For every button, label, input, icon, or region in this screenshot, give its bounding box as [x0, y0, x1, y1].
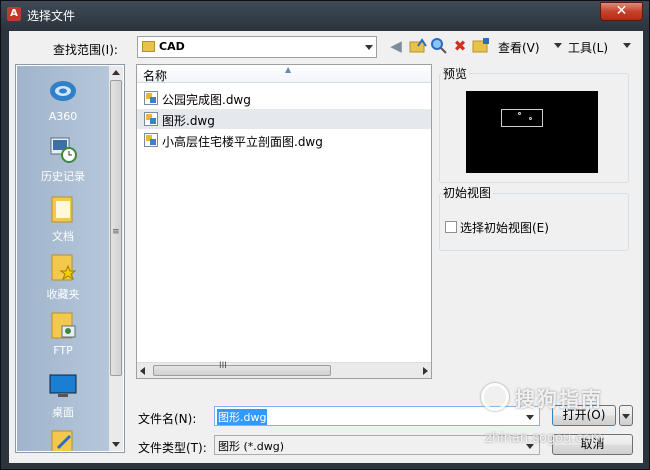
scroll-up-arrow-icon[interactable] — [112, 70, 120, 75]
place-label: A360 — [48, 110, 78, 123]
views-menu[interactable]: 查看(V) — [498, 39, 540, 56]
file-row-selected[interactable]: 图形.dwg — [137, 109, 431, 129]
autocad-app-icon: A — [7, 7, 21, 21]
place-favorites[interactable]: 收藏夹 — [17, 252, 109, 302]
initial-view-label: 初始视图 — [441, 184, 494, 201]
search-web-icon[interactable] — [430, 37, 448, 55]
place-desktop[interactable]: 桌面 — [17, 370, 109, 420]
file-type-label: 文件类型(T): — [138, 441, 207, 455]
chevron-down-icon[interactable] — [365, 45, 373, 50]
file-name-value: 图形.dwg — [217, 409, 268, 425]
places-bar: A360 历史记录 文档 收藏夹 FTP 桌面 ≡ — [15, 64, 125, 453]
file-name: 公园完成图.dwg — [162, 93, 251, 107]
chevron-down-icon[interactable] — [526, 415, 534, 420]
place-history[interactable]: 历史记录 — [17, 134, 109, 184]
dwg-file-icon — [144, 112, 158, 126]
place-label: FTP — [53, 344, 73, 357]
scroll-right-arrow-icon[interactable] — [423, 367, 428, 375]
delete-icon[interactable]: ✖ — [451, 37, 469, 55]
title-bar[interactable]: A 选择文件 ✕ — [1, 1, 650, 29]
file-name-label: 文件名(N): — [138, 412, 197, 426]
look-in-label: 查找范围(I): — [53, 43, 118, 57]
up-folder-icon[interactable] — [409, 37, 427, 55]
history-icon — [50, 137, 77, 163]
favorites-icon — [51, 254, 77, 281]
look-in-dropdown[interactable]: CAD — [137, 36, 377, 58]
preview-drawing-circle — [518, 112, 521, 115]
back-arrow-icon[interactable]: ◀ — [387, 37, 405, 55]
place-label: 桌面 — [52, 406, 74, 419]
new-folder-icon[interactable] — [472, 37, 490, 55]
dwg-file-icon — [144, 91, 158, 105]
dialog-client-area: 查找范围(I): CAD ◀ ✖ 查看(V) 工具(L) A360 历史记录 文… — [9, 31, 643, 463]
scrollbar-thumb[interactable] — [153, 365, 331, 376]
close-button[interactable]: ✕ — [600, 2, 643, 21]
place-a360[interactable]: A360 — [17, 76, 109, 123]
places-list: A360 历史记录 文档 收藏夹 FTP 桌面 — [17, 66, 109, 451]
preview-drawing-rect — [501, 109, 543, 127]
documents-icon — [51, 196, 73, 223]
sogou-watermark-url: zhinan.sogou.com — [485, 431, 604, 446]
file-list[interactable]: 名称 ▲ 公园完成图.dwg 图形.dwg 小高层住宅楼平立剖面图.dwg II… — [136, 64, 432, 379]
a360-icon — [50, 81, 76, 101]
file-name: 小高层住宅楼平立剖面图.dwg — [162, 135, 323, 149]
window-title: 选择文件 — [27, 9, 76, 23]
ftp-icon — [51, 312, 76, 339]
dialog-window: A 选择文件 ✕ 查找范围(I): CAD ◀ ✖ 查看(V) 工具(L) A3… — [0, 0, 650, 470]
place-partial-folder[interactable] — [17, 428, 109, 451]
chevron-down-icon[interactable] — [554, 43, 562, 48]
preview-label: 预览 — [441, 65, 470, 82]
folder-icon — [142, 41, 155, 52]
column-header-label: 名称 — [143, 69, 168, 83]
chevron-down-icon[interactable] — [622, 414, 630, 419]
column-header-name[interactable]: 名称 ▲ — [137, 65, 431, 83]
file-row[interactable]: 公园完成图.dwg — [137, 88, 431, 108]
scrollbar-grip-icon: III — [219, 361, 227, 371]
sogou-watermark: 搜狗指南 — [515, 387, 603, 411]
sogou-watermark-logo — [481, 383, 509, 411]
preview-drawing-circle — [529, 117, 532, 120]
chevron-down-icon[interactable] — [623, 43, 631, 48]
file-row[interactable]: 小高层住宅楼平立剖面图.dwg — [137, 130, 431, 150]
look-in-value: CAD — [159, 40, 185, 53]
file-type-value: 图形 (*.dwg) — [218, 440, 285, 453]
preview-image — [466, 91, 598, 173]
desktop-icon — [49, 374, 77, 397]
scroll-left-arrow-icon[interactable] — [140, 367, 145, 375]
horizontal-scrollbar[interactable]: III — [137, 361, 431, 378]
places-scrollbar[interactable]: ≡ — [109, 66, 123, 451]
tools-menu[interactable]: 工具(L) — [568, 39, 608, 56]
select-initial-view-label[interactable]: 选择初始视图(E) — [460, 219, 549, 236]
place-label: 历史记录 — [41, 170, 85, 183]
folder-icon — [51, 430, 73, 451]
place-ftp[interactable]: FTP — [17, 310, 109, 357]
file-name: 图形.dwg — [162, 114, 215, 128]
select-initial-view-checkbox[interactable] — [445, 221, 457, 233]
scrollbar-grip-icon: ≡ — [112, 227, 120, 237]
sort-ascending-icon: ▲ — [285, 65, 292, 74]
place-documents[interactable]: 文档 — [17, 194, 109, 244]
place-label: 文档 — [52, 230, 74, 243]
dwg-file-icon — [144, 133, 158, 147]
scroll-down-arrow-icon[interactable] — [112, 442, 120, 447]
place-label: 收藏夹 — [46, 288, 80, 301]
open-options-button[interactable] — [619, 405, 633, 426]
